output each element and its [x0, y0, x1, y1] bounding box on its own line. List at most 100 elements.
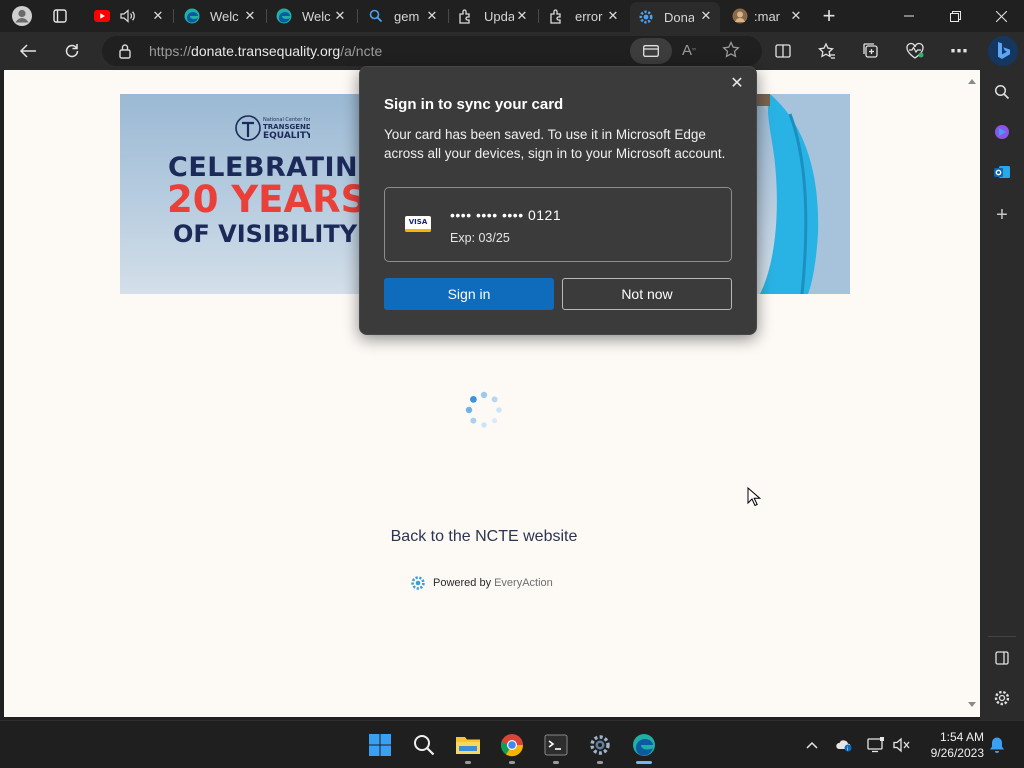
flag-image: [750, 94, 850, 294]
more-options-icon[interactable]: ⋯: [946, 39, 972, 63]
show-hidden-icons-chevron-icon[interactable]: [802, 735, 822, 755]
popup-message: Your card has been saved. To use it in M…: [384, 127, 726, 161]
tab-update[interactable]: Upda ✕: [450, 2, 536, 30]
lock-icon[interactable]: [118, 43, 132, 64]
address-bar[interactable]: https://donate.transequality.org/a/ncte …: [102, 36, 762, 66]
card-number: •••• •••• •••• 0121: [450, 207, 562, 223]
search-icon: [368, 8, 384, 24]
copilot-app-icon[interactable]: [990, 120, 1014, 144]
tab-welcome-2[interactable]: Welc ✕: [268, 2, 354, 30]
tab-title: Welc: [210, 8, 239, 24]
split-screen-icon[interactable]: [770, 39, 796, 63]
read-aloud-icon[interactable]: Aʼʼ: [682, 42, 696, 59]
tab-donate[interactable]: Dona ✕: [630, 2, 720, 32]
refresh-icon[interactable]: [59, 39, 85, 63]
tab-title: Dona: [664, 9, 694, 25]
windows-taskbar: i 1:54 AM 9/26/2023: [0, 720, 1024, 768]
copilot-bing-icon[interactable]: [988, 36, 1018, 66]
close-window-button[interactable]: [978, 0, 1024, 32]
close-icon[interactable]: ✕: [424, 8, 440, 24]
restore-button[interactable]: [932, 0, 978, 32]
taskbar-search-icon[interactable]: [411, 732, 437, 758]
svg-text:TRANSGENDER: TRANSGENDER: [263, 123, 310, 131]
close-icon[interactable]: ✕: [150, 8, 166, 24]
not-now-button[interactable]: Not now: [562, 278, 732, 310]
browser-essentials-icon[interactable]: [902, 39, 928, 63]
close-icon[interactable]: ✕: [242, 8, 258, 24]
terminal-icon[interactable]: [543, 732, 569, 758]
minimize-button[interactable]: [886, 0, 932, 32]
sidebar-settings-gear-icon[interactable]: [990, 686, 1014, 710]
close-icon[interactable]: ✕: [605, 8, 621, 24]
saved-card-summary: VISA •••• •••• •••• 0121 Exp: 03/25: [384, 187, 732, 262]
edge-icon[interactable]: [631, 732, 657, 758]
puzzle-icon: [549, 8, 565, 24]
gear-icon: [638, 9, 654, 25]
powered-by-label: Powered by: [433, 577, 492, 589]
scroll-up-arrow-icon[interactable]: [964, 75, 980, 87]
page-scrollbar[interactable]: [964, 70, 980, 717]
onedrive-icon[interactable]: i: [834, 735, 854, 755]
url-text[interactable]: https://donate.transequality.org/a/ncte: [149, 43, 382, 59]
tab-error[interactable]: error ✕: [541, 2, 627, 30]
close-icon[interactable]: ✕: [698, 8, 714, 24]
popup-title: Sign in to sync your card: [384, 96, 564, 113]
speaker-icon[interactable]: [120, 8, 136, 24]
edge-icon: [276, 8, 292, 24]
search-icon[interactable]: [990, 80, 1014, 104]
outlook-icon[interactable]: [990, 160, 1014, 184]
favorite-star-icon[interactable]: [722, 40, 740, 64]
visa-card-icon: VISA: [405, 216, 431, 232]
windows-start-icon[interactable]: [367, 732, 393, 758]
tab-title: :mar: [754, 8, 780, 24]
saved-card-icon[interactable]: [630, 38, 672, 64]
mouse-cursor-icon: [747, 487, 761, 507]
banner-heading-line3: OF VISIBILITY: [173, 220, 358, 248]
new-tab-icon[interactable]: +: [817, 3, 841, 28]
settings-gear-icon[interactable]: [587, 732, 613, 758]
edge-icon: [184, 8, 200, 24]
svg-text:EQUALITY: EQUALITY: [263, 131, 310, 141]
back-to-ncte-link[interactable]: Back to the NCTE website: [4, 528, 964, 546]
add-sidebar-app-icon[interactable]: +: [990, 203, 1014, 227]
puzzle-icon: [458, 8, 474, 24]
banner-heading-line2: 20 YEARS: [167, 178, 368, 221]
edge-sidebar: +: [980, 70, 1024, 720]
clock-time: 1:54 AM: [939, 730, 984, 744]
close-icon[interactable]: ✕: [514, 8, 530, 24]
tab-title: gem: [394, 8, 420, 24]
tab-mar[interactable]: :mar ✕: [724, 2, 810, 30]
everyaction-gear-icon: [411, 576, 425, 590]
svg-text:i: i: [847, 746, 848, 752]
back-arrow-icon[interactable]: [15, 39, 41, 63]
close-icon[interactable]: ✕: [332, 8, 348, 24]
tab-search[interactable]: gem ✕: [360, 2, 446, 30]
card-expiration: Exp: 03/25: [450, 231, 510, 245]
notification-bell-icon[interactable]: [987, 735, 1007, 755]
tab-title: error: [575, 8, 603, 24]
taskbar-clock[interactable]: 1:54 AM 9/26/2023: [920, 729, 984, 761]
profile-avatar-icon[interactable]: [10, 4, 34, 28]
avatar-icon: [732, 8, 748, 24]
sign-in-button[interactable]: Sign in: [384, 278, 554, 310]
sync-card-popup: ✕ Sign in to sync your card Your card ha…: [359, 66, 757, 335]
close-icon[interactable]: ✕: [726, 73, 748, 95]
file-explorer-icon[interactable]: [455, 732, 481, 758]
display-icon[interactable]: [866, 735, 886, 755]
youtube-icon: [94, 8, 110, 24]
everyaction-link[interactable]: EveryAction: [494, 577, 553, 589]
hide-sidebar-icon[interactable]: [990, 646, 1014, 670]
collections-icon[interactable]: [858, 39, 884, 63]
tab-title: Welc: [302, 8, 331, 24]
scroll-down-arrow-icon[interactable]: [964, 699, 980, 711]
chrome-icon[interactable]: [499, 732, 525, 758]
volume-muted-icon[interactable]: [892, 735, 912, 755]
loading-spinner-icon: [465, 391, 502, 428]
tab-welcome-1[interactable]: Welc ✕: [176, 2, 264, 30]
tab-actions-icon[interactable]: [48, 4, 72, 28]
powered-by: Powered by EveryAction: [410, 575, 553, 591]
toolbar: https://donate.transequality.org/a/ncte …: [0, 32, 1024, 70]
tab-youtube[interactable]: ✕: [86, 2, 172, 30]
favorites-icon[interactable]: [814, 39, 840, 63]
close-icon[interactable]: ✕: [788, 8, 804, 24]
